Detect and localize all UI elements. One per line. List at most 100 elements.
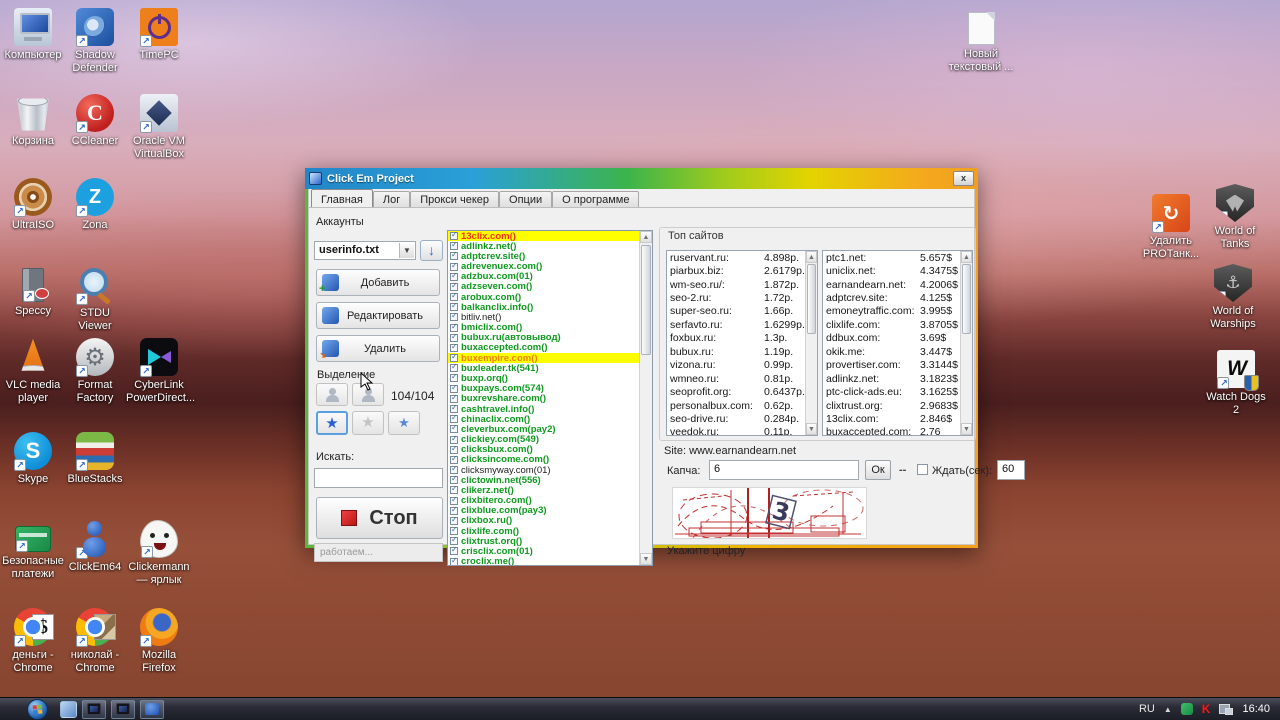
top-site-row[interactable]: wmneo.ru: 0.81p. xyxy=(667,372,805,385)
star-clear-button[interactable]: ★ xyxy=(352,411,384,435)
desktop-icon-chrome[interactable]: $ ↗ деньги - Chrome xyxy=(0,608,66,675)
network-icon[interactable] xyxy=(1219,703,1234,715)
desktop-icon-clickem[interactable]: ↗ ClickEm64 xyxy=(62,520,128,574)
site-row[interactable]: buxrevshare.com() xyxy=(448,393,639,404)
desktop-icon-format-factory[interactable]: ⚙ ↗ Format Factory xyxy=(62,338,128,405)
top-site-row[interactable]: adlinkz.net: 3.1823$ xyxy=(823,372,960,385)
checkbox-checked-icon[interactable] xyxy=(450,311,458,322)
top-site-row[interactable]: foxbux.ru: 1.3p. xyxy=(667,332,805,345)
desktop-icon-text-file[interactable]: Новый текстовый ... xyxy=(948,12,1014,74)
checkbox-checked-icon[interactable] xyxy=(450,352,458,363)
download-accounts-button[interactable]: ↓ xyxy=(420,240,443,261)
tab-5[interactable]: О программе xyxy=(552,191,640,207)
checkbox-checked-icon[interactable] xyxy=(450,372,458,383)
chevron-down-icon[interactable]: ▼ xyxy=(399,243,414,258)
checkbox-checked-icon[interactable] xyxy=(450,261,458,271)
checkbox-checked-icon[interactable] xyxy=(450,505,458,515)
scroll-down-icon[interactable]: ▼ xyxy=(640,553,652,565)
checkbox-checked-icon[interactable] xyxy=(450,403,458,413)
desktop-icon-powerdirector[interactable]: ↗ CyberLink PowerDirect... xyxy=(126,338,195,405)
top-site-row[interactable]: buxaccepted.com: 2.76 xyxy=(823,426,960,435)
site-row[interactable]: clickiey.com(549) xyxy=(448,434,639,445)
checkbox-checked-icon[interactable] xyxy=(450,545,458,556)
top-site-row[interactable]: ptc1.net: 5.657$ xyxy=(823,251,960,264)
site-row[interactable]: bmiclix.com() xyxy=(448,322,639,333)
scroll-up-icon[interactable]: ▲ xyxy=(640,231,652,243)
tab-4[interactable]: Опции xyxy=(499,191,553,207)
desktop-icon-firefox[interactable]: ↗ Mozilla Firefox xyxy=(126,608,192,675)
top-site-row[interactable]: super-seo.ru: 1.66p. xyxy=(667,305,805,318)
wait-input[interactable]: 60 xyxy=(997,460,1025,480)
checkbox-checked-icon[interactable] xyxy=(450,281,458,291)
star-select-button[interactable]: ★ xyxy=(316,411,348,435)
top-site-row[interactable]: seo-drive.ru: 0.284p. xyxy=(667,412,805,425)
checkbox-checked-icon[interactable] xyxy=(450,250,458,261)
checkbox-checked-icon[interactable] xyxy=(450,393,458,403)
checkbox-checked-icon[interactable] xyxy=(450,535,458,546)
select-all-button[interactable] xyxy=(316,383,348,406)
checkbox-checked-icon[interactable] xyxy=(450,342,458,352)
checkbox-checked-icon[interactable] xyxy=(450,383,458,393)
checkbox-checked-icon[interactable] xyxy=(450,464,458,475)
top-site-row[interactable]: wm-seo.ru/: 1.872p. xyxy=(667,278,805,291)
site-row[interactable]: clixblue.com(pay3) xyxy=(448,505,639,516)
top-site-row[interactable]: personalbux.com: 0.62p. xyxy=(667,399,805,412)
site-row[interactable]: croclix.me() xyxy=(448,556,639,565)
scroll-up-icon[interactable]: ▲ xyxy=(961,251,972,263)
desktop-icon-stdu-viewer[interactable]: ↗ STDU Viewer xyxy=(62,266,128,333)
checkbox-checked-icon[interactable] xyxy=(450,240,458,251)
search-input[interactable] xyxy=(314,468,443,488)
scroll-down-icon[interactable]: ▼ xyxy=(961,423,972,435)
checkbox-checked-icon[interactable] xyxy=(450,444,458,454)
site-row[interactable]: clixlife.com() xyxy=(448,525,639,537)
top-site-row[interactable]: 13clix.com: 2.846$ xyxy=(823,412,960,425)
site-row[interactable]: clixtrust.orq() xyxy=(448,535,639,547)
top-site-row[interactable]: vizona.ru: 0.99p. xyxy=(667,359,805,372)
site-row[interactable]: buxleader.tk(541) xyxy=(448,362,639,374)
desktop-icon-ccleaner[interactable]: C ↗ CCleaner xyxy=(62,94,128,148)
top-site-row[interactable]: ddbux.com: 3.69$ xyxy=(823,332,960,345)
captcha-image[interactable]: 3 xyxy=(672,487,867,539)
edit-button[interactable]: Редактировать xyxy=(316,302,440,329)
desktop-icon-clickermann[interactable]: ↗ Clickermann — ярлык xyxy=(126,520,192,587)
top-site-row[interactable]: ptc-click-ads.eu: 3.1625$ xyxy=(823,385,960,398)
site-row[interactable]: clixbox.ru() xyxy=(448,515,639,526)
top-site-row[interactable]: veedok.ru: 0.11p. xyxy=(667,426,805,435)
site-row[interactable]: clicksmyway.com(01) xyxy=(448,464,639,476)
top-site-row[interactable]: emoneytraffic.com: 3.995$ xyxy=(823,305,960,318)
desktop-icon-virtualbox[interactable]: ↗ Oracle VM VirtualBox xyxy=(126,94,192,161)
desktop-icon-recycle-bin[interactable]: Корзина xyxy=(0,94,66,148)
site-list-scrollbar[interactable]: ▲ ▼ xyxy=(639,231,652,565)
add-button[interactable]: Добавить xyxy=(316,269,440,296)
desktop-icon-chrome[interactable]: ↗ николай - Chrome xyxy=(62,608,128,675)
site-row[interactable]: clictowin.net(556) xyxy=(448,474,639,486)
usd-list-scrollbar[interactable]: ▲ ▼ xyxy=(960,251,972,435)
checkbox-checked-icon[interactable] xyxy=(450,556,458,565)
site-row[interactable]: crisclix.com(01) xyxy=(448,545,639,557)
top-site-row[interactable]: clixtrust.org: 2.9683$ xyxy=(823,399,960,412)
hidden-icons-arrow[interactable]: ▲ xyxy=(1164,705,1172,714)
screen-recorder-task-button[interactable] xyxy=(82,699,106,719)
checkbox-checked-icon[interactable] xyxy=(450,291,458,302)
site-list[interactable]: 13clix.com()adlinkz.net()adptcrev.site()… xyxy=(447,230,653,566)
site-row[interactable]: adrevenuex.com() xyxy=(448,261,639,272)
checkbox-checked-icon[interactable] xyxy=(450,322,458,332)
top-sites-usd-list[interactable]: ptc1.net: 5.657$ uniclix.net: 4.3475$ earnan… xyxy=(822,250,973,436)
desktop-icon-world-of-tanks[interactable]: ↗ World of Tanks xyxy=(1202,184,1268,251)
desktop-icon-safe-money[interactable]: ↗ Безопасные платежи xyxy=(0,520,66,581)
desktop-icon-speccy[interactable]: ↗ Speccy xyxy=(0,266,66,318)
desktop-icon-zona[interactable]: Z ↗ Zona xyxy=(62,178,128,232)
wait-checkbox[interactable] xyxy=(917,464,928,475)
desktop-icon-world-of-warships[interactable]: ⚓ ↗ World of Warships xyxy=(1200,264,1266,331)
top-site-row[interactable]: earnandearn.net: 4.2006$ xyxy=(823,278,960,291)
account-file-combo[interactable]: userinfo.txt ▼ xyxy=(314,241,416,260)
checkbox-checked-icon[interactable] xyxy=(450,231,458,241)
checkbox-checked-icon[interactable] xyxy=(450,413,458,424)
checkbox-checked-icon[interactable] xyxy=(450,454,458,464)
top-sites-rub-list[interactable]: ruservant.ru: 4.898p. piarbux.biz: 2.6179p.… xyxy=(666,250,818,436)
top-site-row[interactable]: adptcrev.site: 4.125$ xyxy=(823,291,960,304)
top-site-row[interactable]: seoprofit.org: 0.6437p. xyxy=(667,385,805,398)
checkbox-checked-icon[interactable] xyxy=(450,525,458,536)
top-site-row[interactable]: ruservant.ru: 4.898p. xyxy=(667,251,805,264)
top-site-row[interactable]: seo-2.ru: 1.72p. xyxy=(667,291,805,304)
